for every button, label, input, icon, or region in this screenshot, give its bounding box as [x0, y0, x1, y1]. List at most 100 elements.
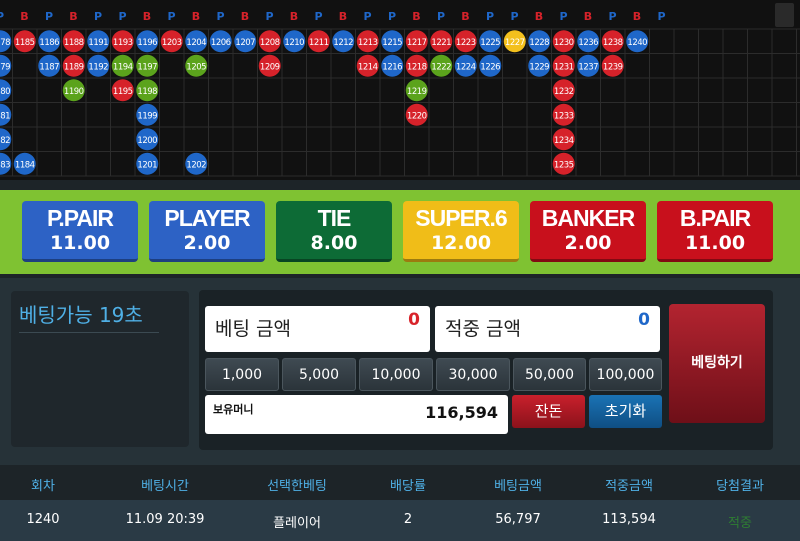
roadmap-bead-label: 1203	[162, 38, 182, 48]
roadmap-bead-label: 1209	[260, 62, 280, 72]
roadmap-bead-label: 1186	[39, 38, 59, 48]
timer-box: 베팅가능 19초	[11, 291, 189, 447]
roadmap-header-letter: P	[265, 10, 273, 23]
roadmap-header-letter: B	[241, 10, 249, 23]
roadmap-bead-label: 1217	[407, 38, 427, 48]
roadmap-header-letter: P	[388, 10, 396, 23]
win-amount-field: 적중 금액 0	[435, 306, 660, 352]
roadmap-bead-label: 1198	[137, 87, 157, 97]
roadmap-header-letter: B	[192, 10, 200, 23]
roadmap-bead-label: 1224	[456, 62, 476, 72]
roadmap-bead-label: 1235	[554, 160, 574, 170]
bet-tab-player[interactable]: PLAYER 2.00	[149, 201, 265, 262]
bet-tab-super6[interactable]: SUPER.6 12.00	[403, 201, 519, 262]
roadmap-bead-label: 1199	[137, 111, 157, 121]
roadmap-bead-label: 1238	[603, 38, 623, 48]
roadmap-header-letter: P	[510, 10, 518, 23]
roadmap-header-letter: B	[20, 10, 28, 23]
roadmap-header-letter: B	[633, 10, 641, 23]
roadmap-header-letter: P	[314, 10, 322, 23]
roadmap-header-letter: B	[290, 10, 298, 23]
roadmap-bead-label: 1182	[0, 136, 10, 146]
chip-5000-button[interactable]: 5,000	[282, 358, 356, 391]
roadmap-bead-label: 1239	[603, 62, 623, 72]
roadmap-bead-label: 1178	[0, 38, 10, 48]
place-bet-button[interactable]: 베팅하기	[669, 304, 765, 423]
roadmap-bead-label: 1234	[554, 136, 574, 146]
roadmap-bead-label: 1214	[358, 62, 378, 72]
roadmap-bead-label: 1185	[15, 38, 35, 48]
roadmap-header-letter: P	[45, 10, 53, 23]
roadmap-scrollbar[interactable]	[775, 3, 794, 27]
roadmap-bead-label: 1201	[137, 160, 157, 170]
table-row: 1240 11.09 20:39 플레이어 2 56,797 113,594 적…	[0, 500, 800, 541]
history-result: 적중	[728, 516, 752, 531]
roadmap-bead-label: 1180	[0, 87, 10, 97]
roadmap-bead-label: 1196	[137, 38, 157, 48]
roadmap-bead-label: 1181	[0, 111, 10, 121]
roadmap-header-letter: B	[339, 10, 347, 23]
history-round: 1240	[26, 512, 60, 527]
roadmap-bead-label: 1190	[64, 87, 84, 97]
roadmap-bead-label: 1232	[554, 87, 574, 97]
roadmap-bead-label: 1188	[64, 38, 84, 48]
roadmap-header-letter: B	[584, 10, 592, 23]
roadmap-header-letter: B	[143, 10, 151, 23]
chip-30000-button[interactable]: 30,000	[436, 358, 510, 391]
roadmap-header-letter: B	[461, 10, 469, 23]
roadmap-bead-label: 1187	[39, 62, 59, 72]
holdings-value: 116,594	[425, 403, 498, 422]
bet-amount-value: 0	[408, 310, 420, 330]
holdings-label: 보유머니	[213, 403, 254, 416]
roadmap-bead-label: 1218	[407, 62, 427, 72]
history-header-result: 당첨결과	[716, 479, 764, 494]
roadmap-bead-label: 1183	[0, 160, 10, 170]
betting-timer: 베팅가능 19초	[19, 299, 159, 333]
win-amount-label: 적중 금액	[445, 318, 521, 340]
roadmap-board: P B P B P P B P B P B P B P B P P B P B P P B P B P B P 1178 1179 1180…	[0, 0, 800, 180]
bet-tab-name: PLAYER	[164, 205, 250, 231]
roadmap-bead-label: 1236	[578, 38, 598, 48]
roadmap-bead-label: 1226	[480, 62, 500, 72]
roadmap-header-letter: P	[216, 10, 224, 23]
bet-tab-b-pair[interactable]: B.PAIR 11.00	[657, 201, 773, 262]
roadmap-bead-label: 1237	[578, 62, 598, 72]
roadmap-header-letter: B	[535, 10, 543, 23]
reset-button[interactable]: 초기화	[589, 395, 662, 428]
bet-options-bar: P.PAIR 11.00 PLAYER 2.00 TIE 8.00 SUPER.…	[0, 190, 800, 274]
roadmap-bead-label: 1200	[137, 136, 157, 146]
roadmap-header-letter: B	[69, 10, 77, 23]
roadmap-bead-label: 1233	[554, 111, 574, 121]
roadmap-header-letter: P	[0, 10, 4, 23]
chip-100000-button[interactable]: 100,000	[589, 358, 662, 391]
bet-tab-tie[interactable]: TIE 8.00	[276, 201, 392, 262]
bet-tab-name: SUPER.6	[415, 205, 507, 231]
roadmap-bead-label: 1221	[431, 38, 451, 48]
roadmap-header-letter: P	[486, 10, 494, 23]
chip-10000-button[interactable]: 10,000	[359, 358, 433, 391]
bet-tab-p-pair[interactable]: P.PAIR 11.00	[22, 201, 138, 262]
bet-tab-odds: 11.00	[49, 232, 111, 254]
roadmap-bead-label: 1207	[235, 38, 255, 48]
chip-1000-button[interactable]: 1,000	[205, 358, 279, 391]
roadmap-bead-label: 1216	[382, 62, 402, 72]
roadmap-bead-label: 1194	[113, 62, 133, 72]
roadmap-bead-label: 1192	[88, 62, 108, 72]
roadmap-bead-label: 1193	[113, 38, 133, 48]
roadmap-bead-label: 1191	[88, 38, 108, 48]
history-time: 11.09 20:39	[125, 512, 205, 527]
win-amount-value: 0	[638, 310, 650, 330]
chip-50000-button[interactable]: 50,000	[513, 358, 586, 391]
bet-tab-banker[interactable]: BANKER 2.00	[530, 201, 646, 262]
roadmap-bead-label: 1206	[211, 38, 231, 48]
roadmap-bead-label: 1215	[382, 38, 402, 48]
roadmap-bead-label: 1227	[505, 38, 525, 48]
roadmap-grid: P B P B P P B P B P B P B P B P P B P B P P B P B P B P 1178 1179 1180…	[0, 10, 800, 177]
bet-amount-field: 베팅 금액 0	[205, 306, 430, 352]
bet-tab-odds: 12.00	[430, 232, 492, 254]
change-button[interactable]: 잔돈	[512, 395, 585, 428]
history-header-round: 회차	[31, 479, 55, 494]
roadmap-header-letter: P	[363, 10, 371, 23]
roadmap-header-letter: P	[94, 10, 102, 23]
roadmap-bead-label: 1219	[407, 87, 427, 97]
